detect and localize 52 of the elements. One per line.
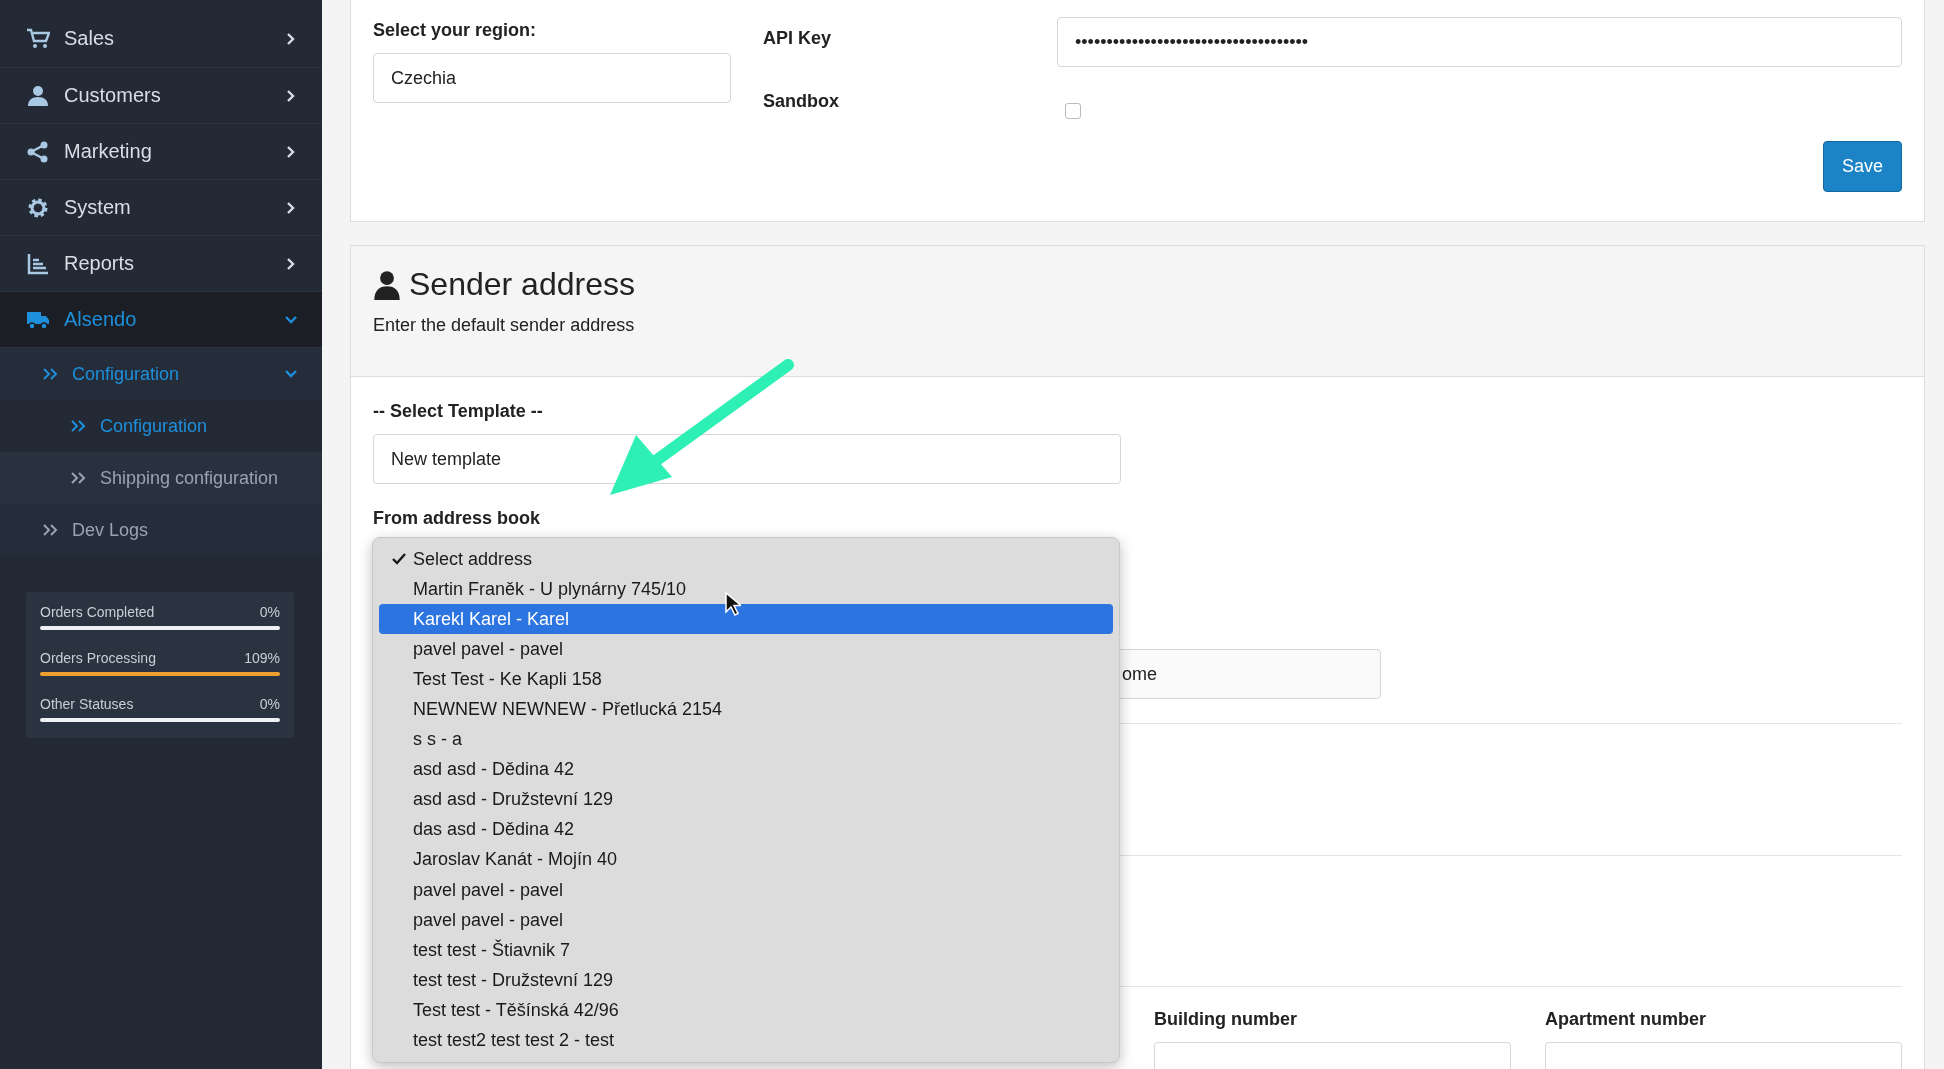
stat-label: Orders Completed: [40, 604, 155, 620]
stat-label: Other Statuses: [40, 696, 134, 712]
template-field[interactable]: New template: [373, 434, 1121, 484]
dropdown-option[interactable]: asd asd - Družstevní 129: [379, 784, 1113, 815]
dropdown-option[interactable]: test test - Družstevní 129: [379, 965, 1113, 996]
field-label: -- Select Template --: [373, 401, 544, 422]
double-chevron-icon: [42, 367, 58, 381]
dropdown-option[interactable]: test test2 test test 2 - test: [379, 1025, 1113, 1056]
section-subtitle: Enter the default sender address: [373, 315, 636, 336]
sandbox-checkbox[interactable]: [1065, 103, 1081, 119]
dropdown-option[interactable]: Test test - Těšínská 42/96: [379, 995, 1113, 1026]
dropdown-option[interactable]: pavel pavel - pavel: [379, 875, 1113, 906]
api-key-field[interactable]: •••••••••••••••••••••••••••••••••••••: [1057, 17, 1902, 67]
submenu-item[interactable]: Configuration: [0, 348, 322, 400]
stat-value: 0%: [259, 696, 280, 712]
field-label: Sandbox: [763, 91, 840, 112]
dropdown-option[interactable]: asd asd - Dědina 42: [379, 754, 1113, 785]
sidebar-item[interactable]: Customers: [0, 68, 322, 124]
region-field[interactable]: Czechia: [373, 53, 731, 103]
field-label: Building number: [1154, 1009, 1298, 1030]
person-icon: [373, 269, 401, 300]
dropdown-option[interactable]: Karekl Karel - Karel: [379, 604, 1113, 635]
cursor-icon: [725, 592, 741, 616]
dropdown-option[interactable]: Select address: [379, 544, 1113, 575]
chart-icon: [26, 251, 50, 276]
double-chevron-icon: [70, 419, 86, 433]
share-icon: [26, 139, 50, 164]
sidebar-item[interactable]: Alsendo: [0, 292, 322, 348]
submenu-item[interactable]: Shipping configuration: [0, 452, 322, 504]
dropdown-option[interactable]: Martin Franěk - U plynárny 745/10: [379, 574, 1113, 605]
submenu-item[interactable]: Dev Logs: [0, 504, 322, 556]
cart-icon: [26, 26, 50, 51]
save-button[interactable]: Save: [1822, 141, 1902, 192]
stat-value: 109%: [244, 650, 280, 666]
double-chevron-icon: [70, 471, 86, 485]
dropdown-option[interactable]: pavel pavel - pavel: [379, 905, 1113, 936]
field-label: API Key: [763, 28, 833, 49]
stat-label: Orders Processing: [40, 650, 156, 666]
section-title: Sender address: [409, 266, 635, 303]
field-label: Select your region:: [373, 20, 538, 41]
field-label: From address book: [373, 508, 542, 529]
submenu-item[interactable]: Configuration: [0, 400, 322, 452]
sidebar-item[interactable]: System: [0, 180, 322, 236]
person-icon: [26, 83, 50, 108]
dropdown-option[interactable]: das asd - Dědina 42: [379, 814, 1113, 845]
field-label: Apartment number: [1545, 1009, 1707, 1030]
sidebar-item[interactable]: Marketing: [0, 124, 322, 180]
double-chevron-icon: [42, 523, 58, 537]
dropdown-option[interactable]: Jaroslav Kanát - Mojín 40: [379, 844, 1113, 876]
dropdown-option[interactable]: s s - a: [379, 724, 1113, 755]
stat-value: 0%: [259, 604, 280, 620]
dropdown-option[interactable]: test test - Štiavnik 7: [379, 935, 1113, 966]
